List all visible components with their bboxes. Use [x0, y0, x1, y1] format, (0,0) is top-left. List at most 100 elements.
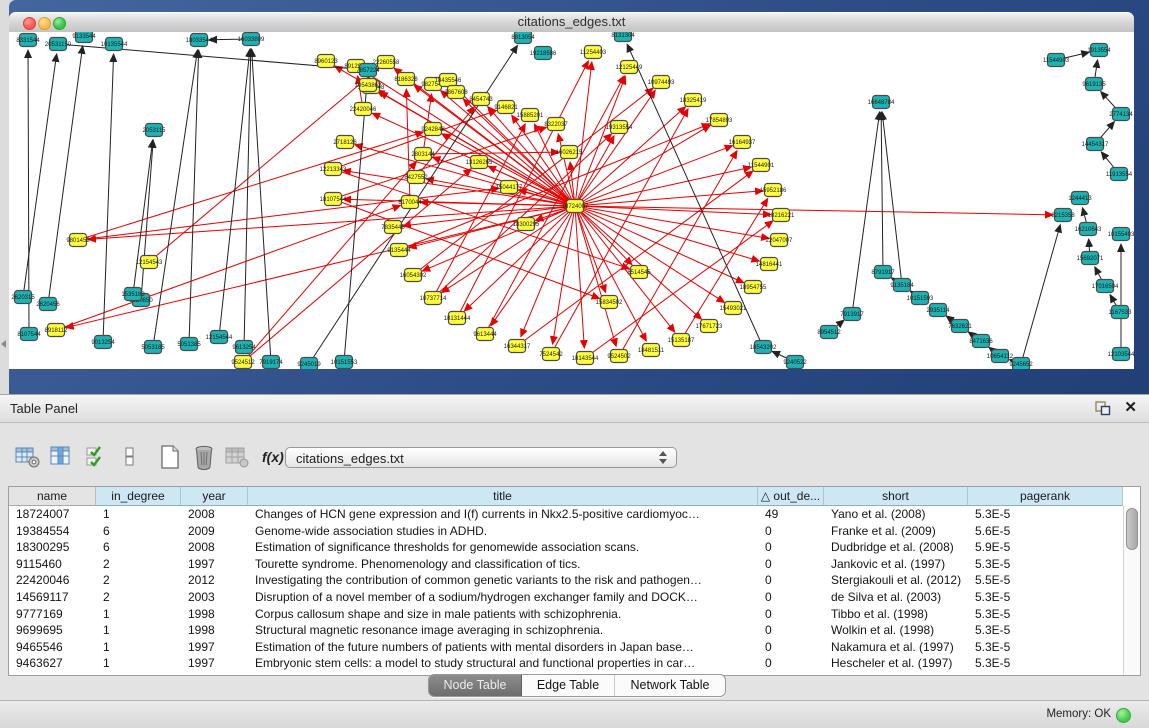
network-node[interactable]: 10135544: [101, 38, 128, 51]
scrollbar-thumb[interactable]: [1126, 508, 1138, 550]
network-edge[interactable]: [575, 206, 725, 303]
window-titlebar[interactable]: citations_edges.txt: [9, 12, 1134, 33]
network-node[interactable]: 10151553: [331, 356, 358, 369]
network-node[interactable]: 9146821: [494, 101, 518, 114]
network-node[interactable]: 7632621: [948, 320, 972, 333]
tab-edge-table[interactable]: Edge Table: [522, 675, 615, 696]
table-row[interactable]: 911546021997Tourette syndrome. Phenomeno…: [9, 556, 1140, 573]
network-edge[interactable]: [575, 206, 744, 283]
column-icon[interactable]: [116, 444, 143, 471]
network-node[interactable]: 9613254: [232, 341, 256, 354]
network-node[interactable]: 7524542: [539, 348, 563, 361]
network-edge[interactable]: [553, 206, 575, 344]
float-window-icon[interactable]: [1095, 401, 1111, 416]
network-node[interactable]: 8791917: [871, 266, 895, 279]
table-select-dropdown[interactable]: citations_edges.txt: [285, 447, 677, 468]
network-node[interactable]: 2803144: [411, 148, 435, 161]
network-node[interactable]: 8331544: [16, 34, 40, 47]
network-node[interactable]: 12213343: [320, 163, 347, 176]
network-node[interactable]: 12154543: [136, 256, 163, 269]
network-node[interactable]: 1913554: [1087, 44, 1111, 57]
network-edge[interactable]: [442, 134, 575, 206]
network-node[interactable]: 16210643: [1075, 223, 1102, 236]
network-node[interactable]: 8215358: [1051, 209, 1075, 222]
network-node[interactable]: 16344317: [504, 340, 531, 353]
network-node[interactable]: 18131444: [444, 312, 471, 325]
network-node[interactable]: 14454317: [1082, 138, 1109, 151]
table-row[interactable]: 1938455462009Genome-wide association stu…: [9, 523, 1140, 540]
network-node[interactable]: 8960123: [314, 55, 338, 68]
network-node[interactable]: 2718126: [333, 136, 357, 149]
network-node[interactable]: 8322037: [544, 118, 568, 131]
network-edge[interactable]: [103, 54, 114, 342]
network-node[interactable]: 14816441: [756, 258, 783, 271]
network-node[interactable]: 11544903: [1043, 54, 1070, 67]
network-node[interactable]: 8107544: [17, 328, 41, 341]
network-edge[interactable]: [575, 125, 710, 206]
network-node[interactable]: 10737714: [420, 292, 447, 305]
network-node[interactable]: 2053115: [143, 124, 167, 137]
network-node[interactable]: 16033809: [238, 33, 265, 46]
network-edge[interactable]: [575, 191, 763, 206]
network-node[interactable]: 9133544: [72, 32, 96, 43]
import-table-icon[interactable]: [224, 444, 251, 471]
network-node[interactable]: 9245652: [1009, 358, 1033, 370]
network-node[interactable]: 18325419: [680, 94, 707, 107]
network-node[interactable]: 15493021: [720, 302, 747, 315]
network-node[interactable]: 15044177: [496, 181, 523, 194]
network-node[interactable]: 9245019: [297, 358, 321, 370]
network-edge[interactable]: [48, 46, 83, 304]
network-node[interactable]: 17671723: [696, 320, 723, 333]
column-header-out-de-[interactable]: △ out_de...: [758, 487, 824, 506]
network-node[interactable]: 10974493: [648, 76, 675, 89]
network-node[interactable]: 20531150: [45, 38, 72, 51]
network-node[interactable]: 8454743: [469, 93, 493, 106]
network-edge[interactable]: [575, 206, 771, 215]
network-node[interactable]: 2620315: [11, 291, 35, 304]
network-node[interactable]: 8514545: [627, 266, 651, 279]
tab-network-table[interactable]: Network Table: [615, 675, 725, 696]
splitter-collapse-arrow[interactable]: [1, 340, 6, 348]
column-header-year[interactable]: year: [181, 487, 248, 506]
network-edge[interactable]: [406, 89, 410, 202]
network-node[interactable]: 9524502: [607, 350, 631, 363]
network-node[interactable]: 15952186: [760, 184, 787, 197]
network-node[interactable]: 9240522: [783, 356, 807, 369]
table-options-icon[interactable]: [14, 444, 41, 471]
network-edge[interactable]: [882, 112, 902, 285]
column-header-title[interactable]: title: [248, 487, 758, 506]
network-node[interactable]: 8918112: [45, 324, 69, 337]
network-node[interactable]: 18481511: [638, 344, 665, 357]
network-node[interactable]: 16164937: [729, 136, 756, 149]
network-node[interactable]: 15135187: [668, 334, 695, 347]
network-node[interactable]: 22047007: [766, 234, 793, 247]
network-node[interactable]: 15885201: [517, 109, 544, 122]
network-node[interactable]: 2774134: [1109, 108, 1133, 121]
column-header-pagerank[interactable]: pagerank: [968, 487, 1123, 506]
table-row[interactable]: 946554611997Estimation of the future num…: [9, 639, 1140, 656]
table-row[interactable]: 1830029562008Estimation of significance …: [9, 539, 1140, 556]
network-edge[interactable]: [575, 206, 675, 332]
network-edge[interactable]: [575, 206, 769, 238]
show-columns-icon[interactable]: [48, 444, 75, 471]
network-node[interactable]: 9613444: [473, 328, 497, 341]
network-node[interactable]: 19218586: [530, 47, 557, 60]
network-edge[interactable]: [852, 112, 880, 314]
table-row[interactable]: 1872400712008Changes of HCN gene express…: [9, 506, 1140, 523]
network-node[interactable]: 7857224: [356, 64, 380, 77]
column-header-in-degree[interactable]: in_degree: [96, 487, 181, 506]
network-node[interactable]: 7835445: [381, 221, 405, 234]
network-node[interactable]: 9013254: [91, 336, 115, 349]
network-edge[interactable]: [681, 199, 768, 340]
network-node[interactable]: 5053185: [141, 341, 165, 354]
network-node[interactable]: 8131304: [611, 32, 635, 42]
network-node[interactable]: 8954512: [817, 326, 841, 339]
network-edge[interactable]: [1021, 225, 1060, 364]
network-node[interactable]: 11254403: [580, 46, 607, 59]
network-node[interactable]: 7919174: [259, 356, 283, 369]
network-node[interactable]: 9801459: [66, 234, 90, 247]
network-node[interactable]: 2620456: [36, 298, 60, 311]
network-node[interactable]: 9242848: [421, 123, 445, 136]
table-row[interactable]: 977716911998Corpus callosum shape and si…: [9, 606, 1140, 623]
column-header-name[interactable]: name: [9, 487, 96, 506]
